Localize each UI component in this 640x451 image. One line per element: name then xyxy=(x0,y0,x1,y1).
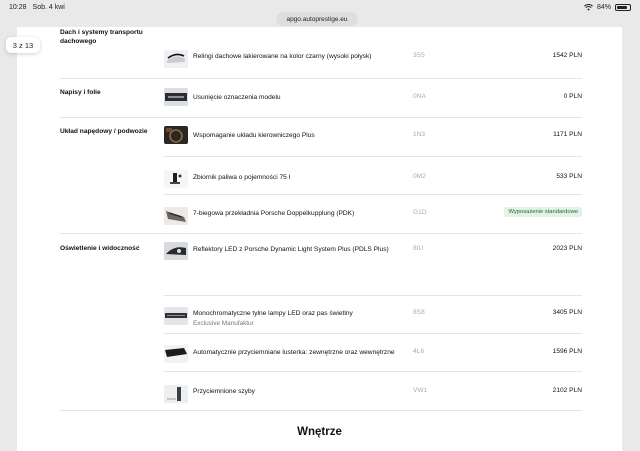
option-code: 1N3 xyxy=(413,131,426,138)
document-page[interactable]: Dach i systemy transportu dachowego Reli… xyxy=(17,27,622,451)
option-price: 2102 PLN xyxy=(552,387,582,394)
option-price: 1171 PLN xyxy=(553,131,582,138)
status-date: Sob. 4 kwi xyxy=(32,3,65,11)
url-text: apgo.autoprestige.eu xyxy=(286,15,348,23)
option-price: 533 PLN xyxy=(556,173,582,180)
option-name: Wspomaganie układu kierowniczego Plus xyxy=(193,132,315,139)
option-code: VW1 xyxy=(413,387,428,394)
option-name: Przyciemnione szyby xyxy=(193,388,255,395)
row-divider xyxy=(60,410,582,411)
option-name: Automatycznie przyciemniane lusterka: ze… xyxy=(193,349,395,356)
option-code: 8S8 xyxy=(413,309,425,316)
taillight-icon xyxy=(164,307,188,325)
option-price: 1542 PLN xyxy=(552,52,582,59)
option-code: 3S5 xyxy=(413,52,425,59)
page-counter-label: 3 z 13 xyxy=(12,40,34,50)
option-price: 2023 PLN xyxy=(552,245,582,252)
category-label: Układ napędowy / podwozie xyxy=(60,128,148,135)
standard-equipment-badge: Wyposażenie standardowe xyxy=(504,207,582,217)
battery-icon xyxy=(615,3,631,11)
mirror-icon xyxy=(164,345,188,363)
section-title: Wnętrze xyxy=(297,426,342,438)
page-counter: 3 z 13 xyxy=(6,37,40,53)
row-divider xyxy=(164,156,582,157)
option-price: 1596 PLN xyxy=(552,348,582,355)
headlight-icon xyxy=(164,242,188,260)
roof-rails-icon xyxy=(164,50,188,68)
steering-icon xyxy=(164,126,188,144)
category-label: Oświetlenie i widoczność xyxy=(60,245,140,252)
row-divider xyxy=(164,194,582,195)
row-divider xyxy=(164,371,582,372)
category-label: Dach i systemy transportu dachowego xyxy=(60,29,143,45)
battery-percent: 84% xyxy=(596,3,611,11)
option-name: 7-biegowa przekładnia Porsche Doppelkupp… xyxy=(193,210,355,217)
row-divider xyxy=(164,333,582,334)
wifi-icon xyxy=(584,3,593,11)
option-code: 0M2 xyxy=(413,173,426,180)
url-bar[interactable]: apgo.autoprestige.eu xyxy=(276,12,358,26)
fuel-tank-icon xyxy=(164,170,188,188)
row-divider xyxy=(60,117,582,118)
tinted-glass-icon xyxy=(164,385,188,403)
option-price: 0 PLN xyxy=(563,93,582,100)
row-divider xyxy=(60,233,582,234)
option-name: Relingi dachowe lakierowane na kolor cza… xyxy=(193,53,372,60)
option-name: Zbiornik paliwa o pojemności 75 l xyxy=(193,174,291,181)
row-divider xyxy=(164,295,582,296)
option-subtitle: Exclusive Manufaktur xyxy=(193,320,254,327)
status-time: 10:28 xyxy=(9,3,27,11)
option-price: 3405 PLN xyxy=(552,309,582,316)
row-divider xyxy=(60,78,582,79)
option-name: Reflektory LED z Porsche Dynamic Light S… xyxy=(193,246,389,253)
rear-badge-icon xyxy=(164,88,188,106)
option-code: 0NA xyxy=(413,93,426,100)
category-label: Napisy i folie xyxy=(60,89,101,96)
option-name: Usunięcie oznaczenia modelu xyxy=(193,94,281,101)
gearbox-icon xyxy=(164,207,188,225)
option-code: 4L6 xyxy=(413,348,425,355)
option-name: Monochromatyczne tylne lampy LED oraz pa… xyxy=(193,310,353,317)
option-code: G1D xyxy=(413,209,427,216)
option-code: 8IU xyxy=(413,245,424,252)
